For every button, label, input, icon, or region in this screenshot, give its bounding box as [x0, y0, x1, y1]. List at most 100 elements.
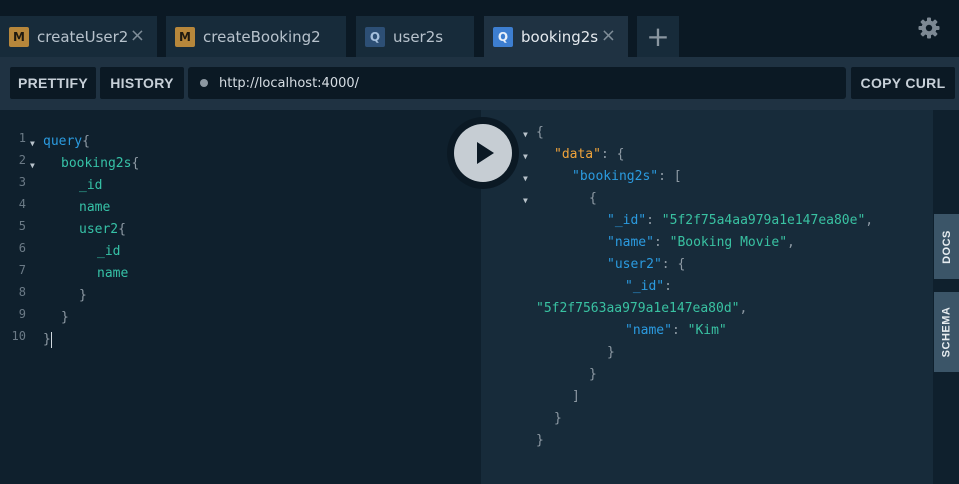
- tab-label: createBooking2: [203, 27, 321, 46]
- json-line: }: [554, 408, 562, 430]
- json-key: "_id": [607, 213, 647, 228]
- field-name: name: [97, 266, 129, 281]
- json-key: "booking2s": [572, 169, 659, 184]
- json-string: "5f2f7563aa979a1e147ea80d": [536, 301, 740, 316]
- line-number: 3: [18, 175, 26, 189]
- punctuation: ,: [787, 235, 795, 250]
- line-number: 9: [18, 307, 26, 321]
- schema-label: SCHEMA: [940, 306, 953, 358]
- code-line: name: [79, 197, 110, 219]
- add-tab-button[interactable]: +: [637, 16, 679, 57]
- result-viewer: ▼ ▼ ▼ ▼ { "data": { "booking2s": [ { "_i…: [481, 110, 933, 484]
- brace: }: [536, 433, 544, 448]
- brace: {: [118, 222, 126, 237]
- json-line: "name": "Kim": [625, 320, 727, 342]
- prettify-button[interactable]: PRETTIFY: [10, 67, 96, 99]
- tab-label: booking2s: [521, 27, 599, 46]
- brace: {: [536, 125, 544, 140]
- mutation-badge: M: [9, 26, 29, 47]
- tab-user2s[interactable]: Q user2s: [356, 16, 474, 57]
- close-icon[interactable]: ×: [130, 26, 145, 46]
- code-line: _id: [79, 175, 102, 197]
- brace: }: [554, 411, 562, 426]
- punctuation: :: [671, 323, 688, 338]
- punctuation: : {: [600, 147, 625, 162]
- json-line: {: [536, 122, 544, 144]
- line-number: 1: [18, 131, 26, 145]
- query-keyword: query: [43, 134, 83, 149]
- status-dot-icon: [200, 79, 208, 87]
- json-key: "_id": [625, 279, 665, 294]
- toolbar: PRETTIFY HISTORY COPY CURL: [0, 57, 959, 110]
- json-line: ]: [572, 386, 580, 408]
- code-line: }: [43, 329, 52, 351]
- json-key: "data": [554, 147, 601, 162]
- punctuation: : [: [658, 169, 682, 184]
- line-number: 5: [18, 219, 26, 233]
- json-line: "data": {: [554, 144, 624, 166]
- play-button-face: [454, 124, 512, 182]
- play-icon: [477, 142, 494, 164]
- field-name: user2: [79, 222, 119, 237]
- punctuation: :: [664, 279, 672, 294]
- query-badge: Q: [493, 26, 513, 47]
- fold-arrow-icon[interactable]: ▼: [523, 152, 528, 161]
- line-number: 10: [11, 329, 26, 343]
- brace: }: [61, 310, 69, 325]
- fold-arrow-icon[interactable]: ▼: [523, 196, 528, 205]
- json-string: "5f2f75a4aa979a1e147ea80e": [661, 213, 866, 228]
- tab-label: user2s: [393, 27, 444, 46]
- query-editor[interactable]: 1 2 3 4 5 6 7 8 9 10 ▼ ▼ query{ booking2…: [0, 110, 481, 484]
- code-line: query{: [43, 131, 90, 153]
- json-line: }: [589, 364, 597, 386]
- tab-bar: M createUser2 × M createBooking2 Q user2…: [0, 0, 959, 57]
- run-query-button[interactable]: [447, 117, 519, 189]
- json-line: "name": "Booking Movie",: [607, 232, 795, 254]
- bracket: ]: [572, 389, 580, 404]
- line-number: 2: [18, 153, 26, 167]
- close-icon[interactable]: ×: [601, 26, 616, 46]
- brace: {: [589, 191, 597, 206]
- docs-tab[interactable]: DOCS: [934, 214, 959, 279]
- tab-createuser2[interactable]: M createUser2 ×: [0, 16, 157, 57]
- code-line: booking2s{: [61, 153, 139, 175]
- fold-arrow-icon[interactable]: ▼: [523, 130, 528, 139]
- tab-booking2s[interactable]: Q booking2s ×: [484, 16, 628, 57]
- json-line: "booking2s": [: [572, 166, 682, 188]
- endpoint-url-input[interactable]: [219, 75, 819, 91]
- line-number: 8: [18, 285, 26, 299]
- field-name: booking2s: [61, 156, 132, 171]
- brace: }: [79, 288, 87, 303]
- json-line: {: [589, 188, 597, 210]
- json-line: "_id":: [625, 276, 672, 298]
- copy-curl-button[interactable]: COPY CURL: [851, 67, 955, 99]
- line-number: 6: [18, 241, 26, 255]
- punctuation: ,: [739, 301, 748, 316]
- json-line: "_id": "5f2f75a4aa979a1e147ea80e",: [607, 210, 873, 232]
- json-line: }: [607, 342, 615, 364]
- fold-arrow-icon[interactable]: ▼: [523, 174, 528, 183]
- text-cursor: [50, 331, 52, 348]
- json-string: "Booking Movie": [669, 235, 788, 250]
- fold-arrow-icon[interactable]: ▼: [30, 161, 35, 170]
- schema-tab[interactable]: SCHEMA: [934, 292, 959, 372]
- json-string: "Kim": [687, 323, 727, 338]
- json-line: "user2": {: [607, 254, 685, 276]
- brace: {: [131, 156, 140, 171]
- code-line: }: [79, 285, 87, 307]
- mutation-badge: M: [175, 26, 195, 47]
- fold-arrow-icon[interactable]: ▼: [30, 139, 35, 148]
- brace: }: [589, 367, 597, 382]
- punctuation: ,: [865, 213, 874, 228]
- brace: }: [607, 345, 615, 360]
- line-number: 4: [18, 197, 26, 211]
- punctuation: :: [653, 235, 670, 250]
- line-number: 7: [18, 263, 26, 277]
- tab-createbooking2[interactable]: M createBooking2: [166, 16, 346, 57]
- json-key: "name": [607, 235, 654, 250]
- code-line: }: [61, 307, 69, 329]
- tab-label: createUser2: [37, 27, 129, 46]
- history-button[interactable]: HISTORY: [100, 67, 184, 99]
- gear-icon[interactable]: [917, 16, 941, 40]
- code-line: name: [97, 263, 128, 285]
